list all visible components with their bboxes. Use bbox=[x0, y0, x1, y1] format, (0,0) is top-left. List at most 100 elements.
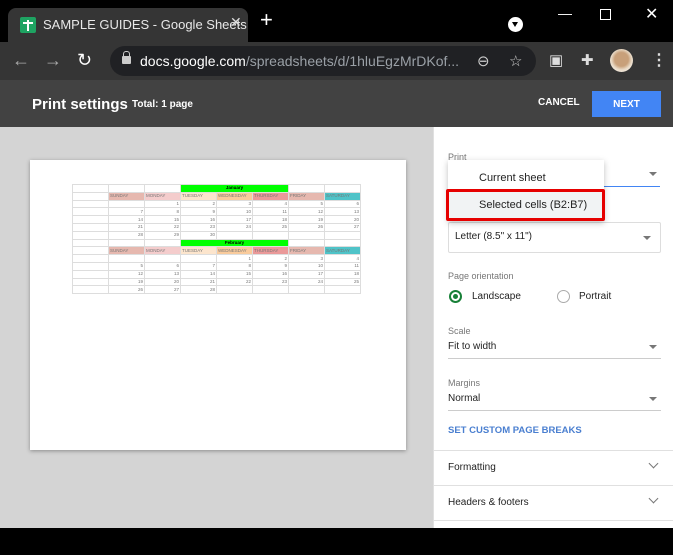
date-cell: 7 bbox=[108, 207, 145, 217]
date-cell: 24 bbox=[216, 222, 253, 232]
day-header: MONDAY bbox=[144, 246, 181, 256]
date-cell bbox=[324, 230, 361, 240]
date-cell: 16 bbox=[252, 269, 289, 279]
next-button[interactable]: NEXT bbox=[592, 91, 661, 117]
day-header-row: SUNDAY MONDAY TUESDAY WEDNESDAY THURSDAY FRID… bbox=[72, 191, 361, 201]
date-cell: 30 bbox=[180, 230, 217, 240]
date-cell: 27 bbox=[144, 285, 181, 295]
date-cell: 20 bbox=[144, 277, 181, 287]
cell bbox=[324, 184, 361, 193]
print-header: Print settings Total: 1 page CANCEL NEXT bbox=[0, 80, 673, 127]
new-tab-button[interactable]: + bbox=[260, 9, 273, 31]
date-cell: 18 bbox=[252, 215, 289, 224]
date-cell: 6 bbox=[144, 261, 181, 271]
date-cell: 12 bbox=[288, 207, 325, 217]
day-header: TUESDAY bbox=[180, 246, 217, 256]
date-cell: 21 bbox=[180, 277, 217, 287]
headers-footers-section[interactable]: Headers & footers bbox=[434, 485, 673, 520]
date-cell: 2 bbox=[180, 199, 217, 209]
print-dropdown-caret-icon[interactable] bbox=[649, 172, 657, 176]
landscape-label[interactable]: Landscape bbox=[472, 291, 521, 302]
date-cell: 10 bbox=[216, 207, 253, 217]
cell bbox=[72, 254, 109, 263]
highlight-annotation bbox=[446, 189, 605, 221]
margins-select[interactable]: Normal bbox=[448, 393, 480, 404]
print-select-underline bbox=[604, 186, 660, 187]
window-close-icon[interactable]: ✕ bbox=[645, 4, 658, 24]
date-cell: 9 bbox=[180, 207, 217, 217]
bookmark-star-icon[interactable]: ☆ bbox=[509, 52, 522, 70]
date-cell: 1 bbox=[216, 254, 253, 263]
portrait-label[interactable]: Portrait bbox=[579, 291, 611, 302]
tab-title: SAMPLE GUIDES - Google Sheets bbox=[43, 17, 247, 32]
extensions-icon[interactable]: ✚ bbox=[581, 51, 594, 69]
sheets-favicon-icon bbox=[20, 17, 36, 33]
date-cell: 17 bbox=[288, 269, 325, 279]
url-text: docs.google.com/spreadsheets/d/1hluEgzMr… bbox=[140, 53, 460, 69]
zoom-icon[interactable]: ⊖ bbox=[477, 52, 490, 70]
back-icon[interactable]: ← bbox=[12, 50, 30, 71]
date-cell: 11 bbox=[324, 261, 361, 271]
week-row: 123456 bbox=[72, 199, 361, 209]
week-row: 5 6 7 8 9 10 11 bbox=[72, 261, 361, 271]
date-cell: 19 bbox=[108, 277, 145, 287]
date-cell: 2 bbox=[252, 254, 289, 263]
date-cell: 11 bbox=[252, 207, 289, 217]
date-cell: 3 bbox=[288, 254, 325, 263]
date-cell: 28 bbox=[108, 230, 145, 240]
settings-panel: Print Letter (8.5" x 11") Current sheet … bbox=[433, 127, 673, 528]
cell bbox=[144, 238, 181, 248]
scale-label: Scale bbox=[448, 326, 471, 336]
month-title: February bbox=[180, 238, 289, 248]
address-bar[interactable]: docs.google.com/spreadsheets/d/1hluEgzMr… bbox=[110, 46, 536, 76]
formatting-section[interactable]: Formatting bbox=[434, 450, 673, 485]
browser-menu-icon[interactable]: ⋮ bbox=[651, 50, 667, 70]
screenshot-icon[interactable]: ▣ bbox=[549, 51, 563, 69]
minimize-icon[interactable]: — bbox=[558, 5, 572, 21]
print-preview: January SUNDAY MONDAY TUESDAY WEDNESDAY THURS… bbox=[0, 127, 433, 528]
date-cell bbox=[288, 230, 325, 240]
date-cell: 17 bbox=[216, 215, 253, 224]
week-row: 7 8 9 10 11 12 13 bbox=[72, 207, 361, 217]
date-cell: 25 bbox=[252, 222, 289, 232]
date-cell: 3 bbox=[216, 199, 253, 209]
browser-tab[interactable]: SAMPLE GUIDES - Google Sheets ✕ bbox=[8, 8, 248, 42]
date-cell bbox=[288, 285, 325, 295]
date-cell: 14 bbox=[180, 269, 217, 279]
reload-icon[interactable]: ↻ bbox=[77, 50, 92, 71]
forward-icon[interactable]: → bbox=[44, 50, 62, 71]
maximize-icon[interactable] bbox=[600, 9, 611, 20]
week-row: 1234 bbox=[72, 254, 361, 263]
date-cell: 9 bbox=[252, 261, 289, 271]
date-cell: 25 bbox=[324, 277, 361, 287]
week-row: 14 15 16 17 18 19 20 bbox=[72, 215, 361, 224]
scale-caret-icon[interactable] bbox=[649, 345, 657, 349]
margins-underline bbox=[448, 410, 661, 411]
margins-caret-icon[interactable] bbox=[649, 397, 657, 401]
date-cell: 10 bbox=[288, 261, 325, 271]
custom-page-breaks-link[interactable]: SET CUSTOM PAGE BREAKS bbox=[448, 425, 582, 436]
date-cell: 16 bbox=[180, 215, 217, 224]
media-control-icon[interactable] bbox=[508, 17, 523, 32]
date-cell bbox=[180, 254, 217, 263]
day-header: SUNDAY bbox=[108, 191, 145, 201]
day-header: FRIDAY bbox=[288, 191, 325, 201]
profile-avatar[interactable] bbox=[610, 49, 633, 72]
browser-toolbar: ← → ↻ docs.google.com/spreadsheets/d/1hl… bbox=[0, 42, 673, 80]
tab-close-icon[interactable]: ✕ bbox=[230, 14, 242, 31]
date-cell: 26 bbox=[108, 285, 145, 295]
option-current-sheet[interactable]: Current sheet bbox=[448, 164, 604, 192]
date-cell bbox=[252, 230, 289, 240]
landscape-radio[interactable] bbox=[449, 290, 462, 303]
day-header: SATURDAY bbox=[324, 191, 361, 201]
scale-select[interactable]: Fit to width bbox=[448, 341, 496, 352]
paper-size-select[interactable]: Letter (8.5" x 11") bbox=[448, 222, 661, 253]
day-header: SATURDAY bbox=[324, 246, 361, 256]
cancel-button[interactable]: CANCEL bbox=[538, 97, 580, 108]
cell bbox=[72, 269, 109, 279]
cell bbox=[288, 238, 325, 248]
date-cell: 26 bbox=[288, 222, 325, 232]
date-cell: 15 bbox=[216, 269, 253, 279]
portrait-radio[interactable] bbox=[557, 290, 570, 303]
cell bbox=[72, 261, 109, 271]
